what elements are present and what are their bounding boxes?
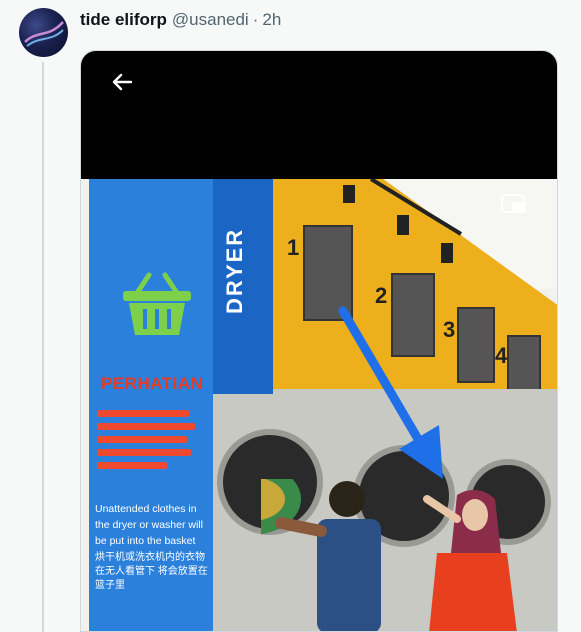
video-frame: 1 2 3 4 DRYER PERHATIAN Unattended cloth…	[81, 179, 557, 631]
picture-in-picture-icon	[501, 194, 526, 213]
video-player[interactable]: 1 2 3 4 DRYER PERHATIAN Unattended cloth…	[80, 50, 558, 632]
back-button[interactable]	[107, 67, 137, 97]
arrow-left-icon	[112, 73, 133, 91]
annotation-arrow-icon	[338, 306, 443, 479]
picture-in-picture-button[interactable]	[499, 189, 529, 219]
avatar[interactable]	[19, 8, 68, 57]
user-handle[interactable]: @usanedi	[172, 10, 249, 30]
avatar-swirl-graphic	[24, 21, 64, 47]
tweet-header: tide eliforp @usanedi · 2h	[80, 9, 281, 31]
timestamp[interactable]: 2h	[262, 10, 281, 30]
separator-dot: ·	[252, 10, 259, 29]
display-name[interactable]: tide eliforp	[80, 10, 167, 30]
thread-line	[42, 62, 44, 632]
